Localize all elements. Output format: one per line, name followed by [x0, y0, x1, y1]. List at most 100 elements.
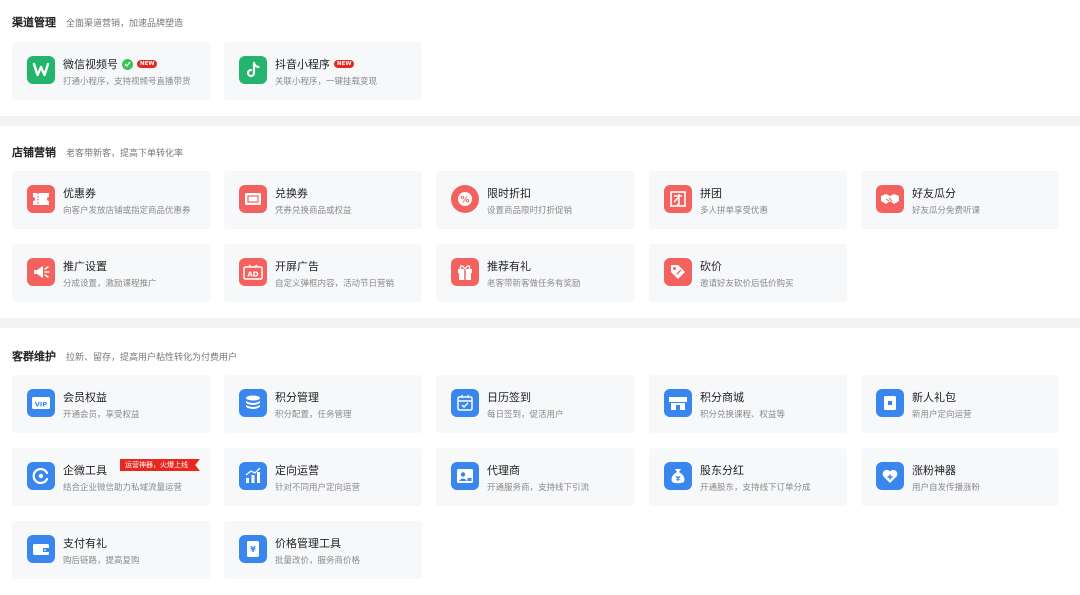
card-wecom-tools[interactable]: 企微工具 运营神器，火爆上线 结合企业微信助力私域流量运营	[12, 448, 210, 506]
card-name: 价格管理工具	[275, 537, 341, 550]
vip-card-icon: VIP	[27, 389, 55, 417]
card-coupon[interactable]: 优惠券 向客户发放店铺或指定商品优惠券	[12, 171, 210, 229]
card-desc: 开通服务商，支持线下引流	[487, 483, 590, 493]
card-desc: 向客户发放店铺或指定商品优惠券	[63, 206, 191, 216]
douyin-icon	[239, 56, 267, 84]
card-name: 股东分红	[700, 464, 744, 477]
card-limited-discount[interactable]: % 限时折扣 设置商品限时打折促销	[436, 171, 634, 229]
card-desc: 多人拼单享受优惠	[700, 206, 769, 216]
wecom-icon	[27, 462, 55, 490]
card-friend-split[interactable]: 好友瓜分 好友瓜分免费听课	[861, 171, 1059, 229]
card-calendar-checkin[interactable]: 日历签到 每日签到，促活用户	[436, 375, 634, 433]
section-title: 客群维护	[12, 350, 56, 363]
card-desc: 针对不同用户定向运营	[275, 483, 361, 493]
new-badge: NEW	[334, 60, 355, 68]
section-subtitle: 全面渠道营销，加速品牌塑造	[66, 19, 184, 29]
card-agent[interactable]: 代理商 开通服务商，支持线下引流	[436, 448, 634, 506]
card-name: 积分商城	[700, 391, 744, 404]
card-name: 定向运营	[275, 464, 319, 477]
card-desc: 凭券兑换商品或权益	[275, 206, 352, 216]
svg-text:VIP: VIP	[35, 401, 47, 409]
gift-icon	[451, 258, 479, 286]
card-desc: 邀请好友砍价后低价购买	[700, 279, 794, 289]
card-newcomer-pack[interactable]: 新人礼包 新用户定向运营	[861, 375, 1059, 433]
card-name: 开屏广告	[275, 260, 319, 273]
card-desc: 积分配置，任务管理	[275, 410, 352, 420]
card-desc: 设置商品限时打折促销	[487, 206, 573, 216]
svg-text:AD: AD	[247, 271, 258, 279]
ad-icon: AD	[239, 258, 267, 286]
calendar-check-icon	[451, 389, 479, 417]
card-wechat-channels[interactable]: 微信视频号 NEW 打通小程序，支持视频号直播带货	[12, 42, 210, 100]
card-points-mall[interactable]: 积分商城 积分兑换课程、权益等	[649, 375, 847, 433]
card-name: 支付有礼	[63, 537, 107, 550]
card-desc: 结合企业微信助力私域流量运营	[63, 483, 183, 493]
section-channel-management: 渠道管理 全面渠道营销，加速品牌塑造 微信视频号 NEW 打通小程序，支持视频号…	[0, 0, 1080, 116]
section-header: 渠道管理 全面渠道营销，加速品牌塑造	[12, 14, 183, 30]
section-title: 店铺营销	[12, 146, 56, 159]
card-member-benefits[interactable]: VIP 会员权益 开通会员，享受权益	[12, 375, 210, 433]
section-subtitle: 老客带新客，提高下单转化率	[66, 149, 184, 159]
wechat-channels-icon	[27, 56, 55, 84]
megaphone-icon	[27, 258, 55, 286]
card-desc: 新用户定向运营	[912, 410, 972, 420]
card-name: 限时折扣	[487, 187, 531, 200]
card-name: 微信视频号	[63, 58, 118, 71]
card-points-management[interactable]: 积分管理 积分配置，任务管理	[224, 375, 422, 433]
card-desc: 打通小程序，支持视频号直播带货	[63, 77, 191, 87]
card-name: 拼团	[700, 187, 722, 200]
card-name: 新人礼包	[912, 391, 956, 404]
card-name: 好友瓜分	[912, 187, 956, 200]
gift-box-icon	[876, 389, 904, 417]
price-tag-icon	[664, 258, 692, 286]
card-bargain[interactable]: 砍价 邀请好友砍价后低价购买	[649, 244, 847, 302]
card-name: 日历签到	[487, 391, 531, 404]
card-desc: 每日签到，促活用户	[487, 410, 564, 420]
section-header: 店铺营销 老客带新客，提高下单转化率	[12, 144, 183, 160]
promo-tag: 运营神器，火爆上线	[120, 459, 200, 471]
store-icon	[664, 389, 692, 417]
card-desc: 老客带新客做任务有奖励	[487, 279, 581, 289]
section-customer-maintenance: 客群维护 拉新、留存，提高用户粘性转化为付费用户 VIP 会员权益 开通会员，享…	[0, 328, 1080, 595]
section-header: 客群维护 拉新、留存，提高用户粘性转化为付费用户	[12, 348, 237, 364]
card-name: 会员权益	[63, 391, 107, 404]
card-splash-ad[interactable]: AD 开屏广告 自定义弹框内容，活动节日营销	[224, 244, 422, 302]
card-name: 优惠券	[63, 187, 96, 200]
card-shareholder-dividend[interactable]: ¥ 股东分红 开通股东，支持线下订单分成	[649, 448, 847, 506]
section-title: 渠道管理	[12, 16, 56, 29]
card-payment-gift[interactable]: 支付有礼 购后链路，提高复购	[12, 521, 210, 579]
card-targeted-ops[interactable]: 定向运营 针对不同用户定向运营	[224, 448, 422, 506]
agent-icon	[451, 462, 479, 490]
section-store-marketing: 店铺营销 老客带新客，提高下单转化率 优惠券 向客户发放店铺或指定商品优惠券 兑…	[0, 126, 1080, 318]
card-fan-booster[interactable]: 涨粉神器 用户自发传播涨粉	[861, 448, 1059, 506]
card-desc: 批量改价，服务商价格	[275, 556, 361, 566]
card-desc: 用户自发传播涨粉	[912, 483, 981, 493]
card-name: 兑换券	[275, 187, 308, 200]
voucher-icon	[239, 185, 267, 213]
card-name: 推荐有礼	[487, 260, 531, 273]
card-desc: 积分兑换课程、权益等	[700, 410, 786, 420]
wallet-icon	[27, 535, 55, 563]
svg-text:¥: ¥	[676, 475, 681, 483]
card-voucher[interactable]: 兑换券 凭券兑换商品或权益	[224, 171, 422, 229]
card-name: 积分管理	[275, 391, 319, 404]
svg-text:%: %	[460, 196, 469, 206]
section-subtitle: 拉新、留存，提高用户粘性转化为付费用户	[66, 353, 238, 363]
card-desc: 好友瓜分免费听课	[912, 206, 981, 216]
card-desc: 分成设置，激励课程推广	[63, 279, 157, 289]
card-name: 代理商	[487, 464, 520, 477]
money-bag-icon: ¥	[664, 462, 692, 490]
card-price-management[interactable]: ¥ 价格管理工具 批量改价，服务商价格	[224, 521, 422, 579]
card-desc: 关联小程序，一键挂载变现	[275, 77, 378, 87]
card-promotion-settings[interactable]: 推广设置 分成设置，激励课程推广	[12, 244, 210, 302]
coupon-icon	[27, 185, 55, 213]
card-desc: 自定义弹框内容，活动节日营销	[275, 279, 395, 289]
card-referral-gift[interactable]: 推荐有礼 老客带新客做任务有奖励	[436, 244, 634, 302]
card-desc: 开通股东，支持线下订单分成	[700, 483, 811, 493]
verified-check-icon	[122, 58, 133, 70]
card-group-buy[interactable]: 拼团 多人拼单享受优惠	[649, 171, 847, 229]
card-douyin-miniprogram[interactable]: 抖音小程序 NEW 关联小程序，一键挂载变现	[224, 42, 422, 100]
card-name: 推广设置	[63, 260, 107, 273]
card-name: 涨粉神器	[912, 464, 956, 477]
card-desc: 购后链路，提高复购	[63, 556, 140, 566]
